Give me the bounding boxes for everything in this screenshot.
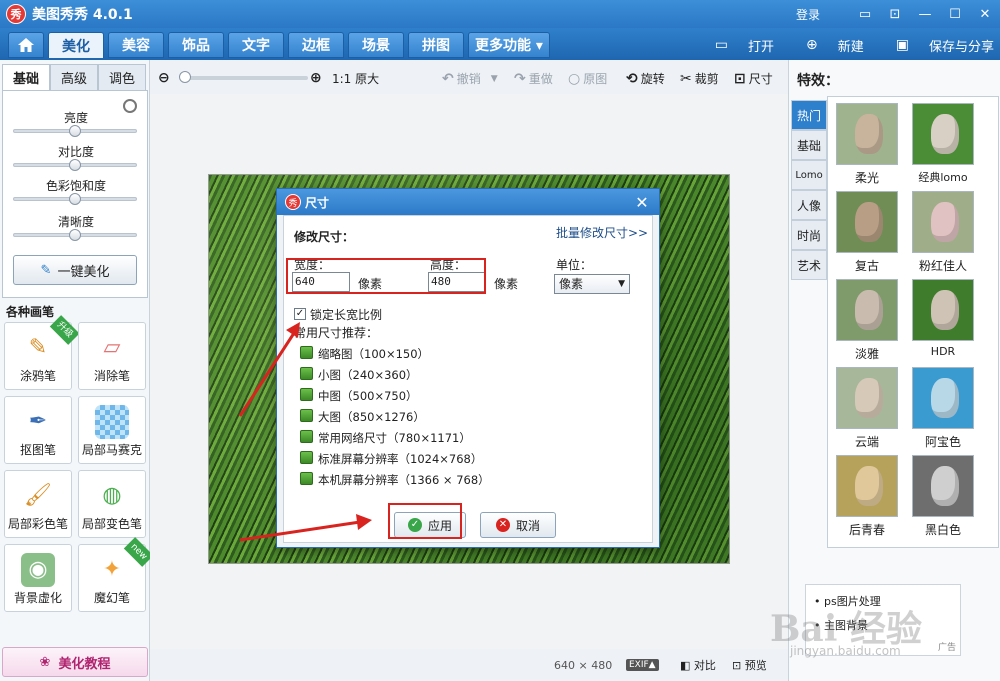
arrow-head <box>356 514 372 530</box>
arrow-line <box>239 520 361 542</box>
watermark-url: jingyan.baidu.com <box>790 644 901 658</box>
arrow-line <box>238 329 298 417</box>
annotation-arrows <box>238 322 372 542</box>
